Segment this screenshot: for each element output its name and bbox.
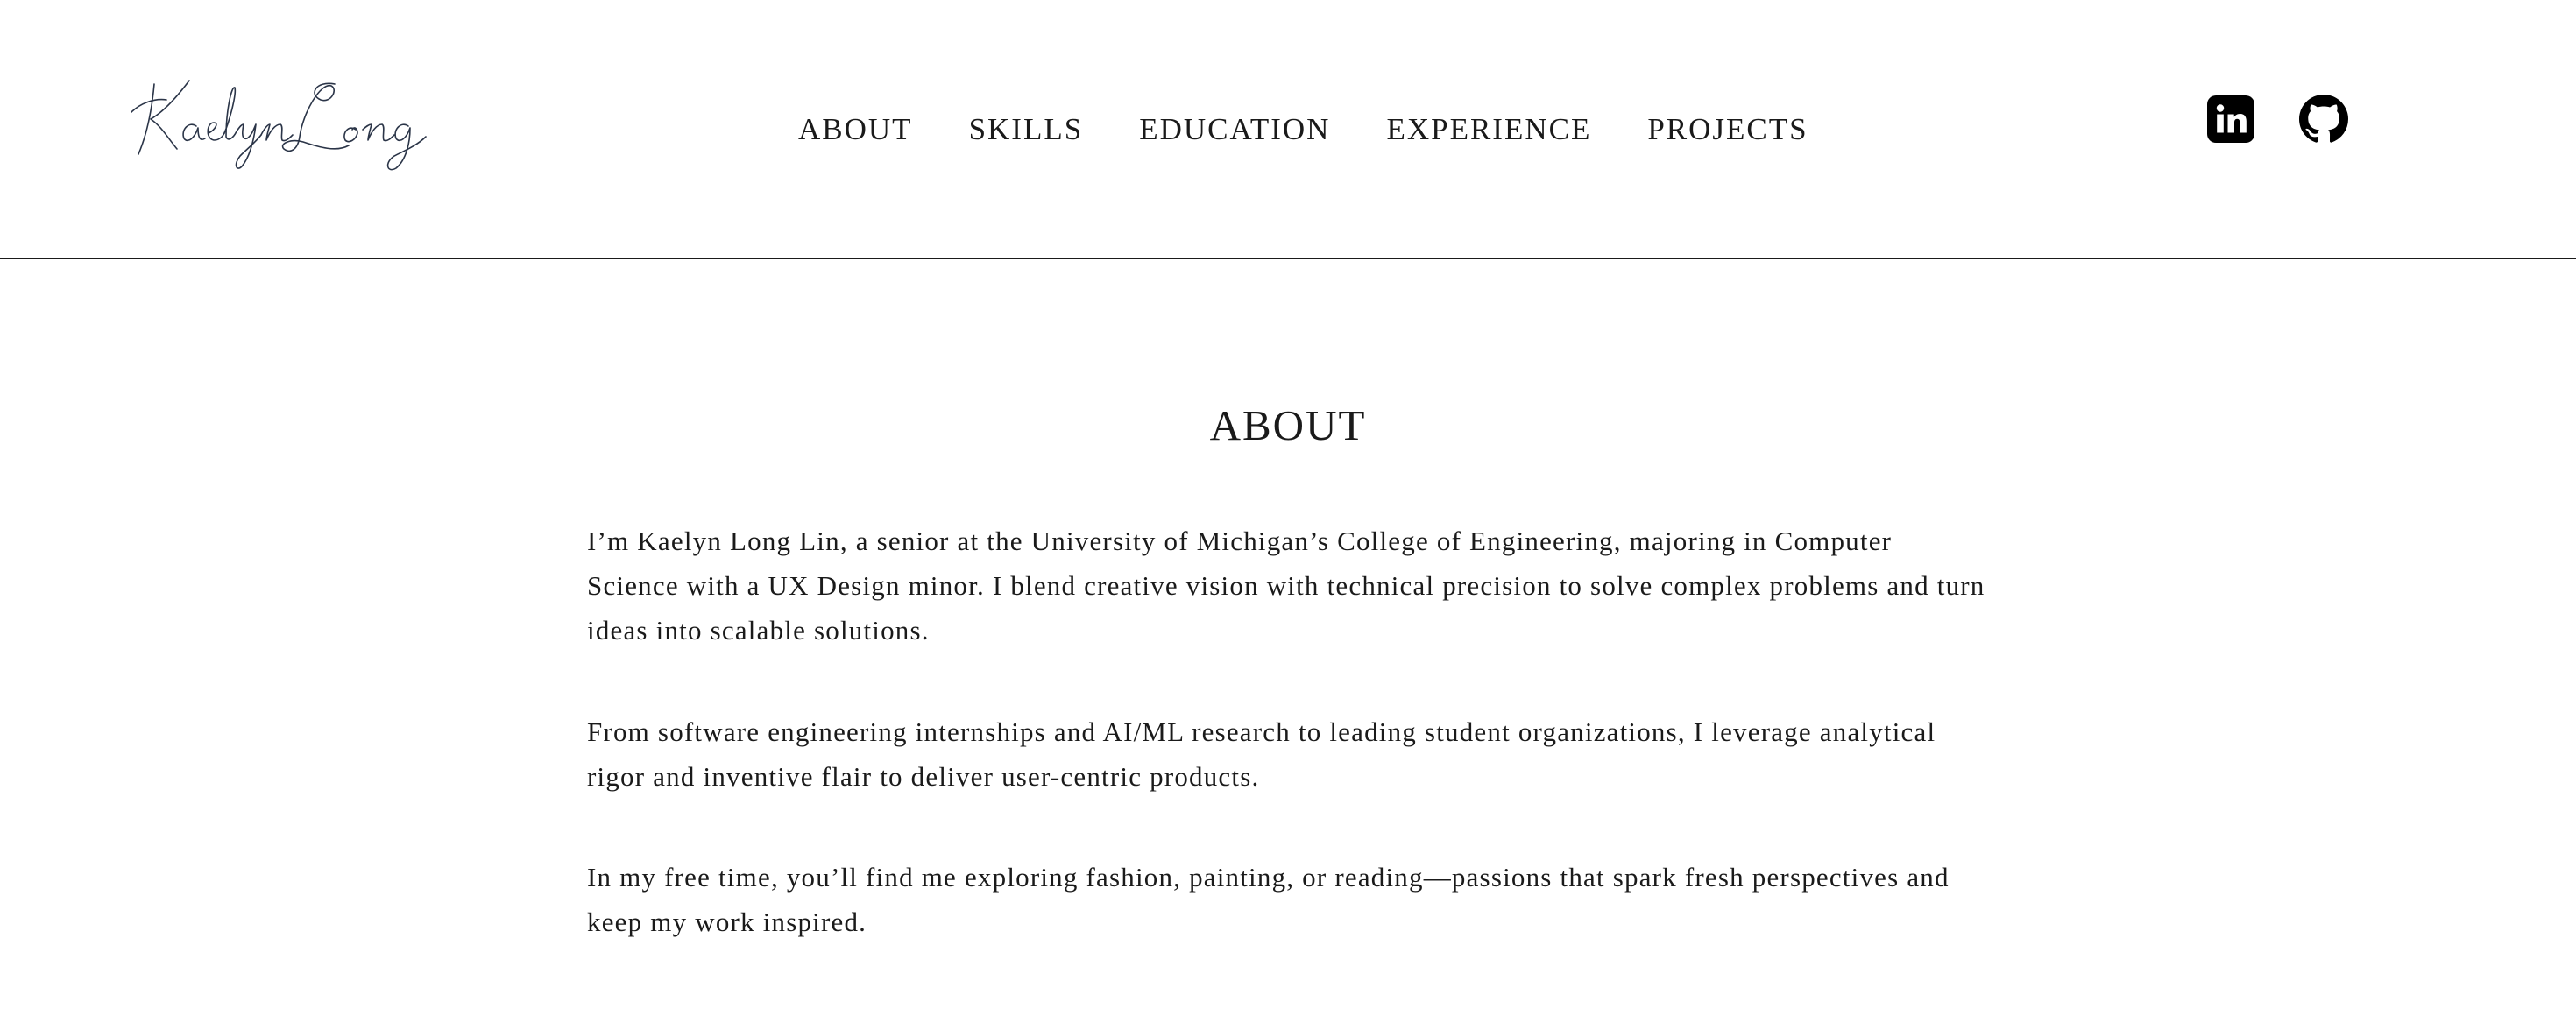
github-link[interactable] <box>2299 95 2348 144</box>
site-header: ABOUT SKILLS EDUCATION EXPERIENCE PROJEC… <box>0 0 2576 259</box>
logo-signature <box>131 80 427 171</box>
about-paragraph-2: From software engineering internships an… <box>587 716 1936 792</box>
nav-item-experience[interactable]: EXPERIENCE <box>1386 109 1591 151</box>
nav-item-about[interactable]: ABOUT <box>798 109 913 151</box>
linkedin-link[interactable] <box>2206 95 2255 144</box>
social-links <box>2206 95 2348 144</box>
main-nav: ABOUT SKILLS EDUCATION EXPERIENCE PROJEC… <box>798 109 1808 151</box>
linkedin-icon <box>2207 95 2254 143</box>
about-paragraph-3: In my free time, you’ll find me explorin… <box>587 862 1950 937</box>
section-title: ABOUT <box>1209 401 1367 449</box>
nav-item-education[interactable]: EDUCATION <box>1139 109 1330 151</box>
about-paragraph-1: I’m Kaelyn Long Lin, a senior at the Uni… <box>587 526 1985 646</box>
nav-item-skills[interactable]: SKILLS <box>969 109 1084 151</box>
github-icon <box>2299 95 2348 143</box>
nav-item-projects[interactable]: PROJECTS <box>1647 109 1808 151</box>
logo[interactable] <box>128 68 461 173</box>
